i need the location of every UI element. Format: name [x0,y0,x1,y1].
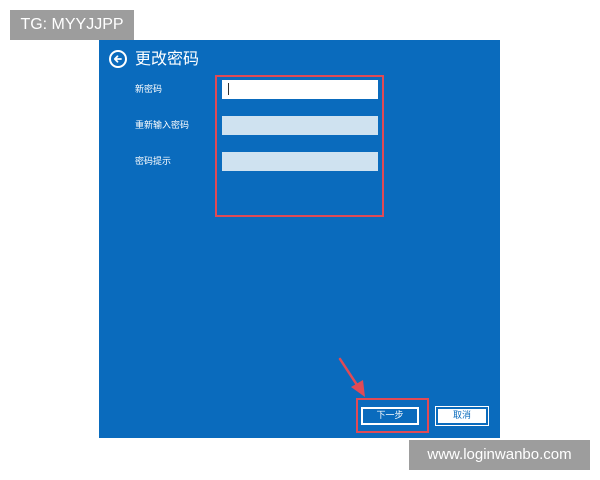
back-button[interactable] [109,50,127,68]
fields-highlight-box [215,75,384,217]
watermark-bottom-right: www.loginwanbo.com [409,440,590,470]
page-title: 更改密码 [135,49,200,68]
new-password-label: 新密码 [135,85,163,95]
next-button[interactable]: 下一步 [360,406,420,426]
screenshot-canvas: TG: MYYJJPP 更改密码 新密码 重新输入密码 密码提示 下一步 取消 … [0,0,600,480]
confirm-password-label: 重新输入密码 [135,121,190,131]
annotation-arrow-icon [338,357,365,397]
cancel-button[interactable]: 取消 [435,406,489,426]
password-hint-label: 密码提示 [135,157,172,167]
watermark-top-left: TG: MYYJJPP [10,10,134,40]
change-password-dialog: 更改密码 新密码 重新输入密码 密码提示 下一步 取消 [99,40,500,438]
back-arrow-icon [113,55,122,63]
